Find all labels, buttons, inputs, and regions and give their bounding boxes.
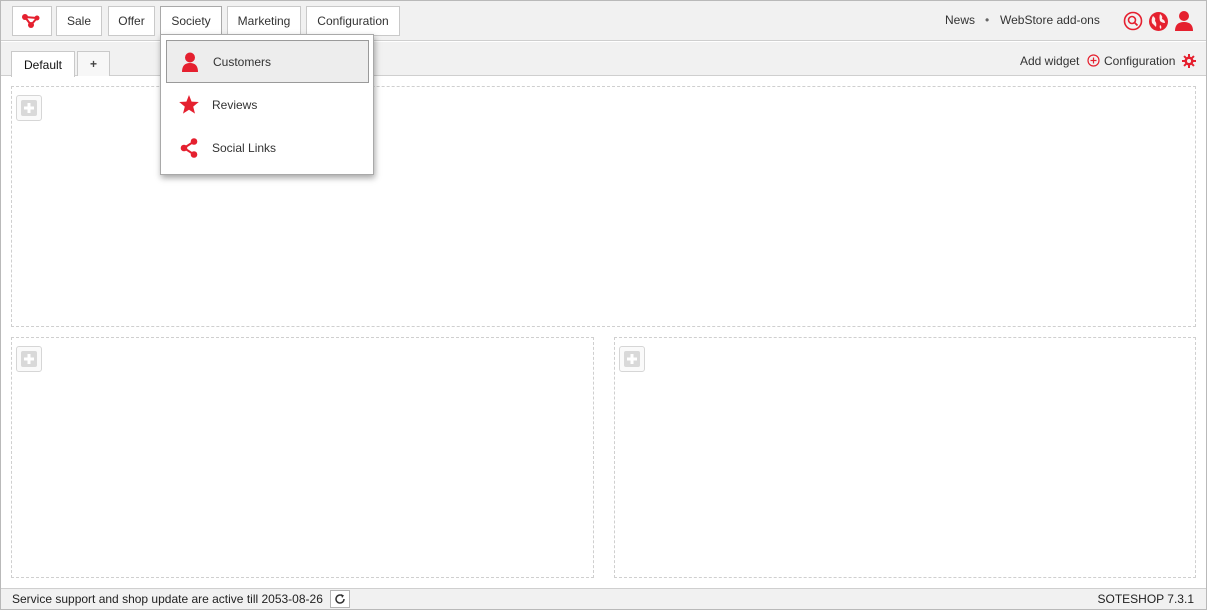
menu-item-social-links[interactable]: Social Links	[166, 126, 369, 169]
nav-marketing-button[interactable]: Marketing	[227, 6, 301, 36]
search-icon	[1123, 11, 1143, 31]
widget-area-bottom-right	[614, 337, 1196, 578]
dashboard-settings-button[interactable]	[1182, 54, 1196, 68]
star-icon	[179, 95, 199, 115]
share-icon	[179, 137, 199, 158]
header-separator: •	[985, 13, 990, 27]
add-widget-link[interactable]: Add widget	[1020, 54, 1079, 68]
refresh-icon	[335, 594, 345, 604]
menu-item-label: Reviews	[212, 97, 258, 112]
menu-item-customers[interactable]: Customers	[166, 40, 369, 83]
webstore-addons-link[interactable]: WebStore add-ons	[1000, 13, 1100, 29]
plus-icon	[21, 100, 37, 116]
service-status-text: Service support and shop update are acti…	[12, 592, 323, 606]
nav-sale-button[interactable]: Sale	[56, 6, 102, 36]
society-dropdown-menu: Customers Reviews Social Links	[160, 34, 374, 175]
app-version: SOTESHOP 7.3.1	[1097, 592, 1195, 606]
add-widget-button[interactable]	[1087, 54, 1100, 67]
widget-area-bottom-left	[11, 337, 594, 578]
nav-offer-button[interactable]: Offer	[108, 6, 155, 36]
refresh-button[interactable]	[330, 590, 350, 608]
plus-icon	[21, 351, 37, 367]
search-button[interactable]	[1122, 10, 1144, 32]
nav-society-button[interactable]: Society	[160, 6, 222, 36]
add-circle-icon	[1087, 54, 1100, 67]
globe-icon	[1148, 11, 1168, 31]
user-icon	[180, 52, 200, 72]
menu-item-label: Social Links	[212, 140, 277, 155]
add-tab-button[interactable]: +	[77, 51, 110, 76]
network-logo-icon	[22, 14, 40, 28]
account-button[interactable]	[1173, 10, 1195, 32]
user-icon	[1175, 11, 1193, 31]
logo-button[interactable]	[12, 6, 52, 36]
add-widget-box[interactable]	[16, 346, 42, 372]
menu-item-label: Customers	[213, 54, 272, 69]
status-footer: Service support and shop update are acti…	[1, 588, 1206, 609]
menu-item-reviews[interactable]: Reviews	[166, 83, 369, 126]
add-widget-box[interactable]	[619, 346, 645, 372]
dashboard-configuration-link[interactable]: Configuration	[1104, 54, 1175, 68]
add-widget-box[interactable]	[16, 95, 42, 121]
news-link[interactable]: News	[945, 13, 975, 29]
gear-icon	[1182, 54, 1196, 68]
tab-default[interactable]: Default	[11, 51, 75, 77]
language-button[interactable]	[1147, 10, 1169, 32]
plus-icon	[624, 351, 640, 367]
nav-configuration-button[interactable]: Configuration	[306, 6, 400, 36]
